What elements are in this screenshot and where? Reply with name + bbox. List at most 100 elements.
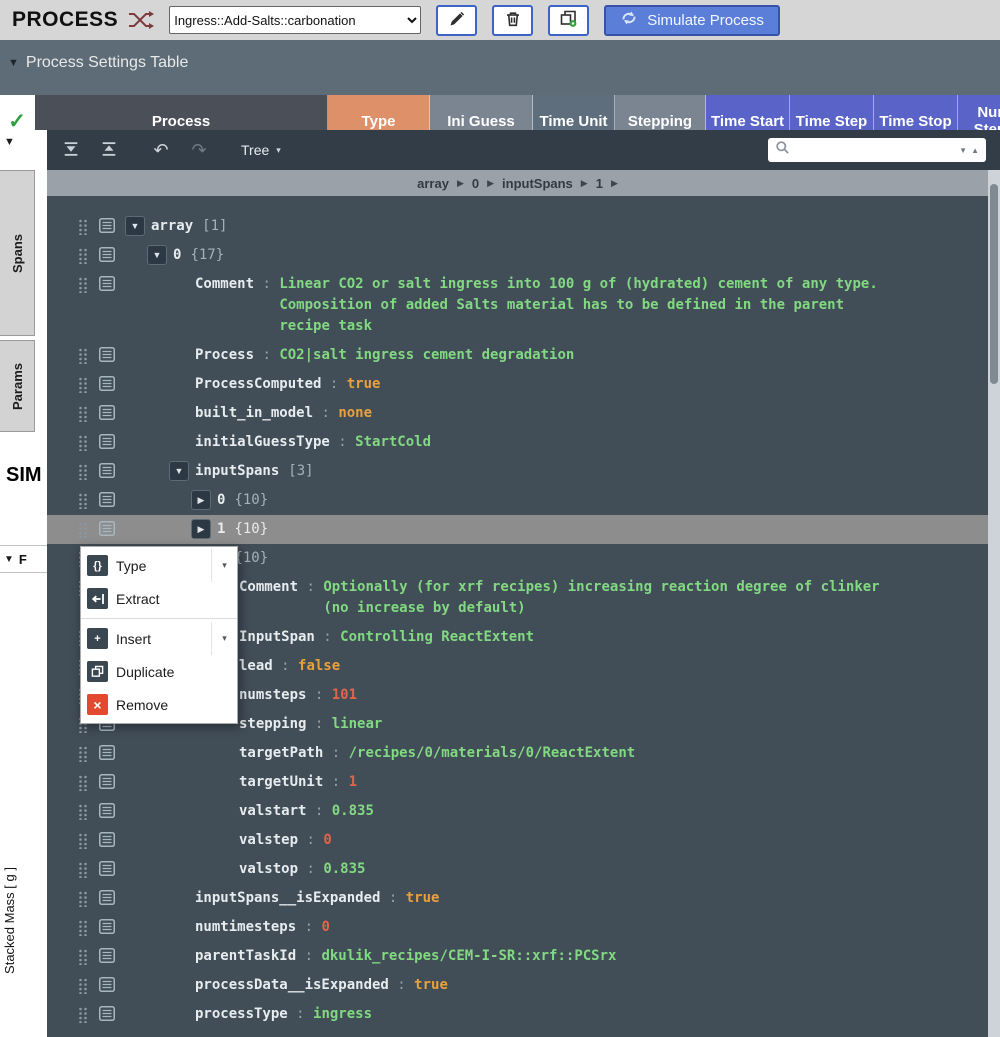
node-key[interactable]: processType (195, 1006, 288, 1022)
mode-select-button[interactable]: Tree ▾ (235, 141, 287, 159)
search-next-icon[interactable]: ▼ (959, 146, 967, 155)
node-value[interactable]: true (347, 376, 381, 392)
drag-handle-icon[interactable] (78, 377, 88, 393)
node-key[interactable]: 1 (217, 521, 225, 537)
row-actions-button[interactable] (98, 745, 116, 762)
node-value[interactable]: Optionally (for xrf recipes) increasing … (323, 577, 883, 619)
breadcrumb-item[interactable]: 1 (596, 176, 603, 191)
node-key[interactable]: numtimesteps (195, 919, 296, 935)
edit-button[interactable] (436, 5, 477, 36)
node-value[interactable]: false (298, 658, 340, 674)
undo-button[interactable]: ↶ (147, 136, 175, 164)
node-key[interactable]: Comment (239, 579, 298, 595)
node-value[interactable]: CO2|salt ingress cement degradation (279, 347, 574, 363)
node-value[interactable]: 1 (349, 774, 357, 790)
expand-toggle[interactable]: ▶ (191, 519, 211, 539)
node-key[interactable]: Comment (195, 276, 254, 292)
row-actions-button[interactable] (98, 919, 116, 936)
row-actions-button[interactable] (98, 948, 116, 965)
node-key[interactable]: inputSpans (195, 463, 279, 479)
drag-handle-icon[interactable] (78, 775, 88, 791)
menu-item-duplicate[interactable]: Duplicate (81, 655, 237, 688)
clone-button[interactable] (548, 5, 589, 36)
breadcrumb-item[interactable]: inputSpans (502, 176, 573, 191)
node-value[interactable]: 101 (332, 687, 357, 703)
menu-item-insert[interactable]: + Insert ▾ (81, 622, 237, 655)
menu-item-extract[interactable]: Extract (81, 582, 237, 615)
row-actions-button[interactable] (98, 463, 116, 480)
simulate-button[interactable]: Simulate Process (604, 5, 780, 36)
expand-toggle[interactable]: ▼ (169, 461, 189, 481)
shuffle-icon[interactable] (128, 10, 155, 30)
node-key[interactable]: ProcessComputed (195, 376, 321, 392)
row-actions-button[interactable] (98, 977, 116, 994)
drag-handle-icon[interactable] (78, 406, 88, 422)
menu-item-type[interactable]: {} Type ▾ (81, 549, 237, 582)
node-value[interactable]: true (414, 977, 448, 993)
search-input[interactable] (796, 142, 953, 159)
breadcrumb-item[interactable]: 0 (472, 176, 479, 191)
row-actions-button[interactable] (98, 861, 116, 878)
row-actions-button[interactable] (98, 803, 116, 820)
drag-handle-icon[interactable] (78, 493, 88, 509)
row-actions-button[interactable] (98, 247, 116, 264)
drag-handle-icon[interactable] (78, 219, 88, 235)
row-actions-button[interactable] (98, 376, 116, 393)
row-actions-button[interactable] (98, 1006, 116, 1023)
node-value[interactable]: StartCold (355, 434, 431, 450)
expand-toggle[interactable]: ▶ (191, 490, 211, 510)
drag-handle-icon[interactable] (78, 746, 88, 762)
node-key[interactable]: array (151, 218, 193, 234)
drag-handle-icon[interactable] (78, 277, 88, 293)
node-key[interactable]: 0 (173, 247, 181, 263)
expand-toggle[interactable]: ▼ (125, 216, 145, 236)
node-key[interactable]: numsteps (239, 687, 306, 703)
node-key[interactable]: valstart (239, 803, 306, 819)
node-key[interactable]: Process (195, 347, 254, 363)
node-value[interactable]: 0 (323, 832, 331, 848)
drag-handle-icon[interactable] (78, 891, 88, 907)
node-value[interactable]: true (406, 890, 440, 906)
drag-handle-icon[interactable] (78, 949, 88, 965)
node-key[interactable]: inputSpans__isExpanded (195, 890, 380, 906)
row-actions-button[interactable] (98, 492, 116, 509)
drag-handle-icon[interactable] (78, 978, 88, 994)
drag-handle-icon[interactable] (78, 804, 88, 820)
drag-handle-icon[interactable] (78, 348, 88, 364)
row-actions-button[interactable] (98, 521, 116, 538)
node-key[interactable]: processData__isExpanded (195, 977, 389, 993)
expand-toggle[interactable]: ▼ (147, 245, 167, 265)
node-key[interactable]: valstep (239, 832, 298, 848)
drag-handle-icon[interactable] (78, 1007, 88, 1023)
figure-collapse-icon[interactable]: ▼ (4, 554, 14, 565)
editor-scrollbar[interactable] (988, 170, 1000, 1037)
row-actions-button[interactable] (98, 434, 116, 451)
node-key[interactable]: built_in_model (195, 405, 313, 421)
row-actions-button[interactable] (98, 832, 116, 849)
row-actions-button[interactable] (98, 218, 116, 235)
node-key[interactable]: targetPath (239, 745, 323, 761)
menu-item-remove[interactable]: × Remove (81, 688, 237, 721)
node-value[interactable]: ingress (313, 1006, 372, 1022)
drag-handle-icon[interactable] (78, 833, 88, 849)
node-value[interactable]: /recipes/0/materials/0/ReactExtent (349, 745, 636, 761)
search-prev-icon[interactable]: ▲ (971, 146, 979, 155)
row-group-collapse-icon[interactable]: ▼ (4, 136, 15, 148)
row-actions-button[interactable] (98, 405, 116, 422)
node-value[interactable]: 0 (321, 919, 329, 935)
row-group-params[interactable]: Params (0, 340, 35, 432)
drag-handle-icon[interactable] (78, 464, 88, 480)
node-key[interactable]: InputSpan (239, 629, 315, 645)
drag-handle-icon[interactable] (78, 522, 88, 538)
row-actions-button[interactable] (98, 774, 116, 791)
drag-handle-icon[interactable] (78, 248, 88, 264)
node-key[interactable]: initialGuessType (195, 434, 330, 450)
node-value[interactable]: Linear CO2 or salt ingress into 100 g of… (279, 274, 899, 337)
node-key[interactable]: 0 (217, 492, 225, 508)
breadcrumb-item[interactable]: array (417, 176, 449, 191)
submenu-caret-icon[interactable]: ▾ (211, 622, 237, 655)
node-value[interactable]: Controlling ReactExtent (340, 629, 534, 645)
node-value[interactable]: 0.835 (323, 861, 365, 877)
drag-handle-icon[interactable] (78, 920, 88, 936)
node-value[interactable]: linear (332, 716, 383, 732)
